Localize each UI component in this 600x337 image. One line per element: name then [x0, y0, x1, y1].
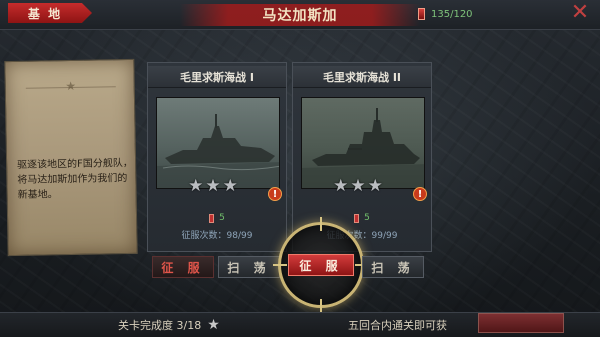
star-icon: ★: [350, 176, 366, 196]
fuel-icon: [354, 213, 360, 223]
star-icon: ★: [333, 176, 349, 196]
star-icon: ★: [207, 317, 220, 333]
page-title: 马达加斯加: [262, 8, 338, 24]
reward-badge[interactable]: [478, 313, 564, 333]
energy-indicator: 135/120: [418, 6, 498, 22]
mission-title: 毛里求斯海战 II: [293, 66, 431, 88]
rating-stars: ★ ★ ★: [323, 177, 393, 195]
fuel-icon: [209, 213, 215, 223]
top-bar: 基 地 马达加斯加 135/120 ✕: [0, 0, 600, 30]
energy-value: 135/120: [431, 8, 473, 20]
fuel-icon: [418, 8, 425, 20]
base-button[interactable]: 基 地: [8, 3, 92, 23]
alert-icon: !: [413, 187, 427, 201]
sweep-button-2[interactable]: 扫 荡: [362, 256, 424, 278]
star-icon: ★: [188, 176, 204, 196]
stage-progress: 关卡完成度 3/18 ★: [118, 316, 220, 334]
star-icon: ★: [367, 176, 383, 196]
sweep-button-1[interactable]: 扫 荡: [218, 256, 280, 278]
title-banner: 马达加斯加: [180, 4, 420, 26]
alert-icon: !: [268, 187, 282, 201]
conquer-count: 征服次数：98/99: [181, 230, 253, 241]
cost-value: 5: [364, 213, 370, 223]
cost-value: 5: [219, 213, 225, 223]
progress-text: 关卡完成度 3/18: [118, 319, 202, 332]
reward-hint: 五回合内通关即可获: [348, 319, 447, 332]
close-icon[interactable]: ✕: [566, 2, 594, 26]
emblem-icon: ★: [65, 78, 77, 94]
briefing-text: 驱逐该地区的F国分舰队，将马达加斯加作为我们的新基地。: [17, 157, 133, 201]
star-icon: ★: [222, 176, 238, 196]
rating-stars: ★ ★ ★: [178, 177, 248, 195]
briefing-parchment: ★ 驱逐该地区的F国分舰队，将马达加斯加作为我们的新基地。: [4, 58, 138, 257]
star-icon: ★: [205, 176, 221, 196]
mission-card-1[interactable]: 毛里求斯海战 I ★ ★ ★ ! 5 征服次数：98/99: [147, 62, 287, 252]
crosshair-tick: [273, 264, 287, 266]
mission-cost: 5: [148, 211, 286, 225]
conquer-button-2[interactable]: 征 服: [288, 254, 354, 276]
mission-title: 毛里求斯海战 I: [148, 66, 286, 88]
conquer-button-1[interactable]: 征 服: [152, 256, 214, 278]
